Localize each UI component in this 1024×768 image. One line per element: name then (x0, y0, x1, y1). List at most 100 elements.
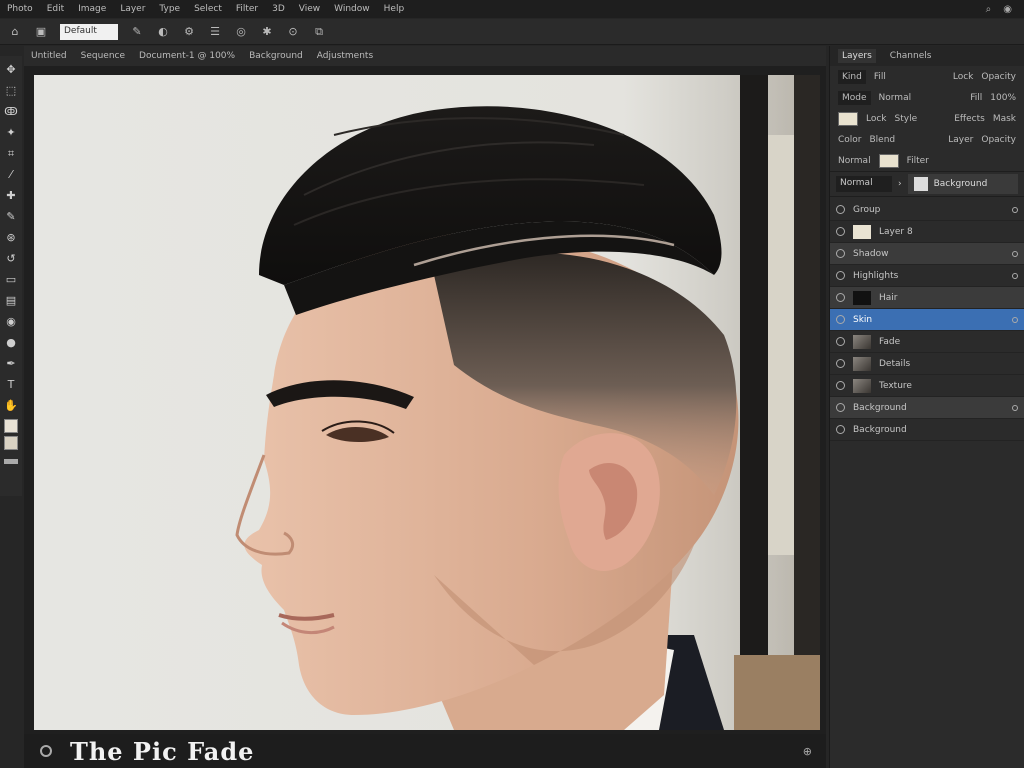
layer-row[interactable]: Highlights (830, 265, 1024, 287)
menu-item[interactable]: Help (377, 4, 412, 14)
mode-icon[interactable]: ◐ (156, 25, 170, 38)
options-bar: ⌂ ▣ Default ✎ ◐ ⚙ ☰ ◎ ✱ ⊙ ⧉ (0, 19, 1024, 45)
menu-item[interactable]: View (292, 4, 327, 14)
panel-row: Lock Style Effects Mask (830, 108, 1024, 129)
layer-options-icon[interactable] (1012, 316, 1018, 323)
document-tab[interactable]: Sequence (74, 51, 132, 61)
crop-tool-icon[interactable]: ⌗ (3, 146, 19, 162)
status-info-icon[interactable] (40, 745, 52, 757)
target-icon[interactable]: ◎ (234, 25, 248, 38)
visibility-eye-icon[interactable] (836, 403, 845, 412)
menu-item[interactable]: Image (71, 4, 113, 14)
workspace-icon[interactable]: ◉ (1003, 4, 1012, 15)
tab-layers[interactable]: Layers (838, 49, 876, 63)
move-tool-icon[interactable]: ✥ (3, 62, 19, 78)
menu-item[interactable]: Type (152, 4, 187, 14)
layer-row[interactable]: Background (830, 419, 1024, 441)
status-bar: The Pic Fade ⊕ (24, 734, 826, 768)
tool-preset-icon[interactable]: ▣ (34, 25, 48, 38)
history-brush-icon[interactable]: ↺ (3, 251, 19, 267)
home-icon[interactable]: ⌂ (8, 25, 22, 38)
layer-row-selected[interactable]: Skin (830, 309, 1024, 331)
visibility-eye-icon[interactable] (836, 315, 845, 324)
chevron-right-icon: › (898, 179, 902, 189)
document-title: The Pic Fade (70, 736, 255, 766)
search-icon[interactable]: ⌕ (986, 4, 992, 15)
layer-row[interactable]: Group (830, 199, 1024, 221)
zoom-icon[interactable]: ⊕ (803, 745, 812, 758)
quick-mask-icon[interactable] (4, 459, 18, 464)
airbrush-icon[interactable]: ✱ (260, 25, 274, 38)
dodge-tool-icon[interactable]: ● (3, 335, 19, 351)
row-label: Layer (948, 134, 974, 145)
healing-tool-icon[interactable]: ✚ (3, 188, 19, 204)
visibility-eye-icon[interactable] (836, 337, 845, 346)
menu-item[interactable]: Edit (40, 4, 71, 14)
visibility-eye-icon[interactable] (836, 425, 845, 434)
magic-wand-tool-icon[interactable]: ✦ (3, 125, 19, 141)
document-tab[interactable]: Untitled (24, 51, 74, 61)
layer-options-icon[interactable] (1012, 272, 1018, 279)
type-tool-icon[interactable]: T (3, 377, 19, 393)
menu-item[interactable]: Select (187, 4, 229, 14)
pressure-icon[interactable]: ⊙ (286, 25, 300, 38)
align-icon[interactable]: ☰ (208, 25, 222, 38)
brush-icon[interactable]: ✎ (130, 25, 144, 38)
document-tab[interactable]: Adjustments (310, 51, 380, 61)
lasso-tool-icon[interactable]: ↂ (3, 104, 19, 120)
panel-row: Color Blend Layer Opacity (830, 129, 1024, 150)
clone-tool-icon[interactable]: ⊛ (3, 230, 19, 246)
visibility-eye-icon[interactable] (836, 381, 845, 390)
layer-row[interactable]: Layer 8 (830, 221, 1024, 243)
menu-item[interactable]: Filter (229, 4, 265, 14)
mode-field[interactable]: Mode (838, 90, 871, 105)
layer-name: Background (853, 424, 907, 435)
layer-options-icon[interactable] (1012, 250, 1018, 257)
layer-options-icon[interactable] (1012, 404, 1018, 411)
pen-tool-icon[interactable]: ✒ (3, 356, 19, 372)
preset-picker[interactable]: Default (60, 23, 118, 40)
layers-panel: Layers Channels Kind Fill Lock Opacity M… (829, 46, 1024, 768)
document-tab[interactable]: Document-1 @ 100% (132, 51, 242, 61)
visibility-eye-icon[interactable] (836, 227, 845, 236)
layer-row[interactable]: Shadow (830, 243, 1024, 265)
blur-tool-icon[interactable]: ◉ (3, 314, 19, 330)
menu-item[interactable]: Window (327, 4, 377, 14)
layer-thumbnail (853, 290, 871, 305)
color-thumb[interactable] (878, 153, 899, 168)
eyedropper-tool-icon[interactable]: ⁄ (3, 167, 19, 183)
menu-item[interactable]: Photo (0, 4, 40, 14)
layer-thumbnail (853, 334, 871, 349)
layer-row[interactable]: Hair (830, 287, 1024, 309)
visibility-eye-icon[interactable] (836, 271, 845, 280)
visibility-eye-icon[interactable] (836, 359, 845, 368)
menu-item[interactable]: 3D (265, 4, 292, 14)
kind-filter[interactable]: Kind (838, 69, 866, 84)
foreground-color-swatch[interactable] (4, 419, 18, 433)
window-controls: ⌕ ◉ (986, 4, 1024, 15)
settings-icon[interactable]: ⚙ (182, 25, 196, 38)
layer-row[interactable]: Fade (830, 331, 1024, 353)
visibility-eye-icon[interactable] (836, 293, 845, 302)
visibility-eye-icon[interactable] (836, 205, 845, 214)
active-layer-label: Background (933, 179, 988, 189)
tab-channels[interactable]: Channels (886, 49, 936, 63)
marquee-tool-icon[interactable]: ⬚ (3, 83, 19, 99)
eraser-tool-icon[interactable]: ▭ (3, 272, 19, 288)
layer-row[interactable]: Details (830, 353, 1024, 375)
blend-mode-select[interactable]: Normal (836, 176, 892, 192)
active-layer-select[interactable]: Background (907, 174, 1018, 194)
panel-row: Kind Fill Lock Opacity (830, 66, 1024, 87)
layer-options-icon[interactable] (1012, 206, 1018, 213)
hand-tool-icon[interactable]: ✋ (3, 398, 19, 414)
gradient-tool-icon[interactable]: ▤ (3, 293, 19, 309)
layer-row[interactable]: Background (830, 397, 1024, 419)
menu-item[interactable]: Layer (113, 4, 152, 14)
layer-row[interactable]: Texture (830, 375, 1024, 397)
visibility-eye-icon[interactable] (836, 249, 845, 258)
symmetry-icon[interactable]: ⧉ (312, 25, 326, 39)
document-tab[interactable]: Background (242, 51, 310, 61)
background-color-swatch[interactable] (4, 436, 18, 450)
brush-tool-icon[interactable]: ✎ (3, 209, 19, 225)
photo-canvas[interactable] (34, 75, 820, 730)
